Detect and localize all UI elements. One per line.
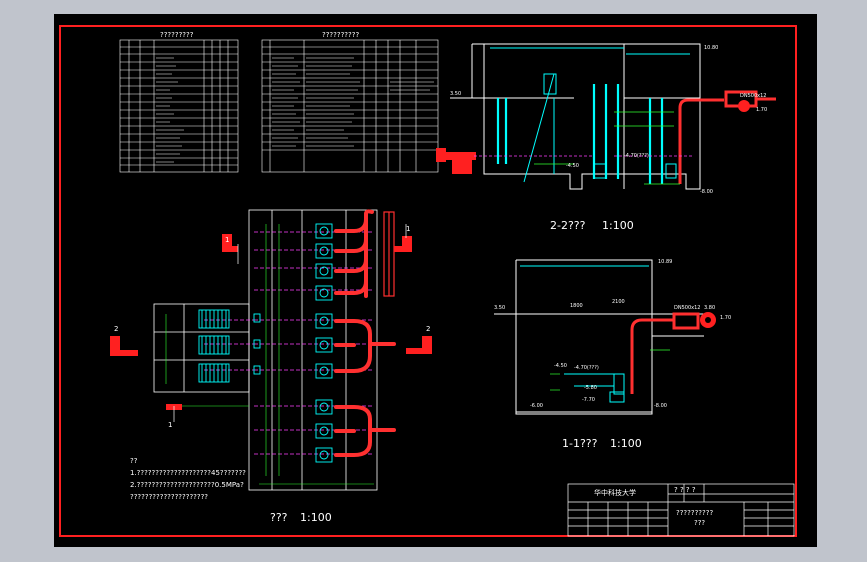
elev-4-70: -4.70(???): [624, 153, 649, 159]
plan-view-name: ???: [270, 511, 288, 524]
pipe-dn500-b: DN500x12: [674, 305, 701, 311]
note-item-1: 1.????????????????????45???????: [130, 469, 246, 477]
plan-view-scale: 1:100: [300, 511, 332, 524]
section-marker-1-right: 1: [406, 225, 411, 233]
red-frame: [59, 25, 797, 537]
elev-4-50b: -4.50: [554, 363, 567, 369]
elev-1-70: 1.70: [756, 107, 768, 113]
drawing-subtitle: ???: [694, 519, 706, 527]
elev-8-00a: -8.00: [700, 189, 713, 195]
drawing-sheet: ????????? ?????????? ??? 1:100 2-2??? 1:…: [54, 14, 817, 547]
pipe-dn500-a: DN500x12: [740, 93, 767, 99]
section-marker-1-bottom: 1: [168, 421, 173, 429]
elev-1800: 1800: [570, 303, 583, 309]
elev-4-70b: -4.70(???): [574, 365, 599, 371]
right-table-title: ??????????: [322, 31, 360, 39]
elev-10-80: 10.80: [704, 45, 719, 51]
section-1-1-view: [494, 259, 716, 415]
section-1-1-scale: 1:100: [610, 437, 642, 450]
notes-heading: ??: [130, 457, 138, 465]
equipment-table-left: [119, 39, 239, 173]
drawing-title: ??????????: [676, 509, 714, 517]
elev-8-00b: -8.00: [654, 403, 667, 409]
section-1-1-name: 1-1???: [562, 437, 598, 450]
discharge-pipes: [334, 209, 396, 457]
section-2-2-scale: 1:100: [602, 219, 634, 232]
section-marker-2-left: 2: [114, 325, 119, 333]
plan-view: [110, 209, 432, 491]
elev-6-00: -6.00: [530, 403, 543, 409]
elev-5-80: -5.80: [584, 385, 597, 391]
note-item-2: 2.?????????????????????0.5MPa?: [130, 481, 244, 489]
elev-2100: 2100: [612, 299, 625, 305]
section-2-2-view: [436, 43, 776, 190]
elev-4-50: -4.50: [566, 163, 579, 169]
note-item-3: ?????????????????????: [130, 493, 209, 501]
elev-3-50b: 3.50: [494, 305, 506, 311]
elev-1-70b: 1.70: [720, 315, 732, 321]
elev-7-70: -7.70: [582, 397, 595, 403]
elev-3-80: 3.80: [704, 305, 716, 311]
section-marker-2-right: 2: [426, 325, 431, 333]
elev-3-50a: 3.50: [450, 91, 462, 97]
title-block-header: ? ? ? ?: [674, 486, 696, 494]
left-table-title: ?????????: [160, 31, 194, 39]
section-marker-1-top: 1: [225, 236, 230, 244]
school-name: 华中科技大学: [594, 489, 636, 497]
cad-drawing: [59, 25, 797, 537]
section-2-2-name: 2-2???: [550, 219, 586, 232]
pump-units: [198, 223, 333, 463]
elev-10-89: 10.89: [658, 259, 673, 265]
